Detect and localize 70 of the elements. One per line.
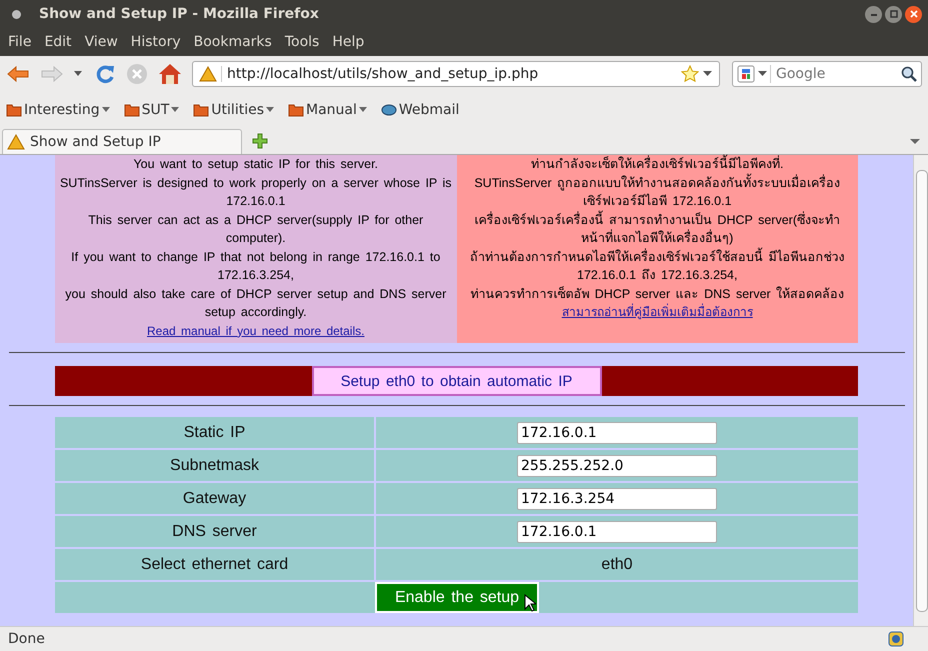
field-label: Select ethernet card [55, 549, 374, 580]
new-tab-plus-icon[interactable] [252, 133, 268, 149]
bookmark-item[interactable]: Interesting [6, 102, 110, 118]
info-text: You want to setup static IP for this server. [133, 156, 378, 173]
site-icon [7, 134, 25, 150]
caret-icon[interactable] [703, 71, 713, 77]
close-icon [910, 10, 918, 18]
minimize-button[interactable] [865, 6, 882, 22]
field-label: Gateway [55, 483, 374, 514]
folder-icon [6, 103, 22, 117]
caret-icon [358, 107, 367, 113]
field-label: Static IP [55, 417, 374, 448]
status-icon [888, 631, 904, 647]
bookmark-item[interactable]: Manual [288, 102, 367, 118]
address-bar[interactable]: http://localhost/utils/show_and_setup_ip.php [192, 61, 720, 87]
info-text: เครื่องเซิร์ฟเวอร์เครื่องนี้ สามารถทำงานเป็น DHCP server(ซึ่งจะทำหน้าที่แจกไอพีให้เครื่องอื่นๆ) [473, 210, 841, 247]
menu-item[interactable]: Help [326, 31, 372, 53]
enable-setup-button[interactable]: Enable the setup [375, 582, 539, 613]
caret-icon[interactable] [758, 71, 767, 77]
close-button[interactable] [905, 6, 922, 22]
manual-link[interactable]: สามารถอ่านที่คู่มือเพิ่มเติมมื่อต้องการ [562, 303, 753, 322]
caret-icon [171, 107, 180, 113]
info-text: SUTinsServer ถูกออกแบบให้ทำงานสอดคล้องกันทั้งระบบเมื่อเครื่องเซิร์ฟเวอร์มีไอพี 172.16.0.1 [473, 174, 842, 210]
bookmark-item[interactable]: Utilities [193, 102, 274, 118]
maximize-button[interactable] [885, 6, 902, 22]
value-text: eth0 [601, 556, 633, 574]
menu-item[interactable]: Bookmarks [188, 31, 279, 53]
menu-item[interactable]: View [78, 31, 125, 53]
reload-icon[interactable] [94, 63, 116, 85]
maximize-icon [890, 10, 898, 18]
ip-input-field[interactable]: 172.16.0.1 [517, 520, 717, 542]
browser-tab[interactable]: Show and Setup IP [2, 129, 242, 154]
window-title: Show and Setup IP - Mozilla Firefox [39, 6, 320, 22]
search-field[interactable]: Google [732, 61, 922, 87]
folder-icon [288, 103, 304, 117]
info-text: This server can act as a DHCP server(supply IP for other computer). [87, 212, 424, 247]
bookmark-item[interactable]: SUT [124, 102, 180, 118]
field-label: DNS server [55, 516, 374, 547]
ip-input-field[interactable]: 255.255.252.0 [517, 454, 717, 476]
caret-icon[interactable] [74, 71, 82, 77]
star-icon[interactable] [681, 65, 699, 83]
status-text: Done [8, 631, 45, 647]
tab-list-caret-icon[interactable] [910, 139, 920, 145]
info-text: SUTinsServer is designed to work properly on a server whose IP is 172.16.0.1 [59, 174, 452, 210]
ip-input-field[interactable]: 172.16.3.254 [517, 488, 717, 510]
menu-item[interactable]: Tools [278, 31, 326, 53]
info-text: ท่านควรทำการเซ็ตอัพ DHCP server และ DNS server ให้สอดคล้อง [470, 285, 844, 302]
home-icon[interactable] [158, 63, 182, 85]
folder-icon [193, 103, 210, 117]
search-icon[interactable] [901, 66, 917, 82]
site-icon [199, 66, 217, 82]
ip-input-field[interactable]: 172.16.0.1 [517, 422, 717, 444]
info-text: ถ้าท่านต้องการกำหนดไอพีให้เครื่องเซิร์ฟเวอร์ใช้สอบนี้ มีไอพีนอกช่วง 172.16.0.1 ถึง 172.16.3.254, [469, 248, 846, 284]
info-text: ท่านกำลังจะเซ็ตให้เครื่องเซิร์ฟเวอร์นี้มีไอพีคงที่. [531, 155, 784, 174]
menu-item[interactable]: File [2, 31, 38, 53]
bookmark-item[interactable]: Webmail [380, 102, 460, 118]
menu-item[interactable]: History [124, 31, 188, 53]
info-text: you should also take care of DHCP server setup and DNS server setup accordingly. [64, 286, 448, 321]
caret-icon [102, 107, 110, 113]
menu-item[interactable]: Edit [38, 31, 79, 53]
folder-icon [124, 103, 140, 117]
scrollbar-thumb[interactable] [916, 170, 928, 612]
window-icon [12, 10, 21, 18]
back-arrow-icon[interactable] [6, 64, 30, 84]
manual-link[interactable]: Read manual if you need more details. [147, 322, 364, 340]
field-label: Subnetmask [55, 450, 374, 481]
scrollbar[interactable] [913, 155, 928, 626]
automatic-ip-button[interactable]: Setup eth0 to obtain automatic IP [312, 366, 602, 396]
mouse-cursor-icon [524, 594, 536, 612]
caret-icon [266, 107, 274, 113]
